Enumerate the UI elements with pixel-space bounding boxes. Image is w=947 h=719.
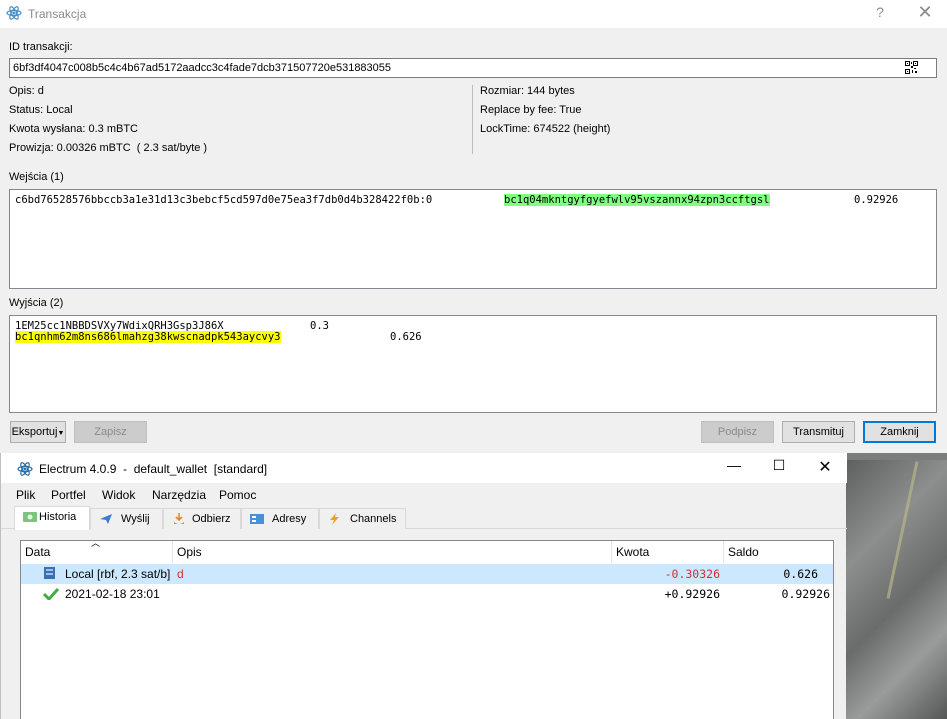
change-output-address: bc1qnhm62m8ns686lmahzg38kwscnadpk543aycv… [15, 331, 281, 343]
fee-text: Prowizja: 0.00326 mBTC ( 2.3 sat/byte ) [9, 142, 208, 154]
tab-channels[interactable]: Channels [319, 508, 406, 529]
column-header-balance[interactable]: Saldo [724, 541, 833, 563]
size-text: Rozmiar: 144 bytes [480, 85, 575, 97]
outputs-label: Wyjścia (2) [9, 297, 64, 309]
help-button[interactable]: ? [871, 4, 889, 22]
menu-tools[interactable]: Narzędzia [152, 488, 206, 502]
tab-receive[interactable]: Odbierz [163, 508, 241, 529]
inputs-list[interactable]: c6bd76528576bbccb3a1e31d13c3bebcf5cd597d… [9, 189, 937, 289]
tab-send[interactable]: Wyślij [90, 508, 163, 529]
locktime-text: LockTime: 674522 (height) [480, 123, 611, 135]
change-output-amount: 0.626 [390, 331, 422, 343]
row-balance: 0.92926 [781, 587, 830, 601]
input-address: bc1q04mkntgyfgyefwlv95vszannx94zpn3ccftg… [504, 194, 770, 206]
sign-button[interactable]: Podpisz [701, 421, 774, 443]
main-title: Electrum 4.0.9 - default_wallet [standar… [39, 462, 268, 476]
tab-bar: Historia Wyślij Odbierz Adresy Channels [1, 506, 847, 530]
close-button[interactable]: Zamknij [863, 421, 936, 443]
rbf-text: Replace by fee: True [480, 104, 582, 116]
row-balance: 0.626 [783, 567, 818, 581]
history-table[interactable]: Data ︿ Opis Kwota Saldo Local [rbf, 2.3 … [20, 538, 834, 719]
send-icon [100, 514, 112, 524]
save-button[interactable]: Zapisz [74, 421, 147, 443]
inputs-label: Wejścia (1) [9, 171, 64, 183]
desktop-background [846, 460, 947, 719]
input-amount: 0.92926 [854, 194, 899, 206]
dropdown-arrow-icon: ▼ [57, 430, 65, 437]
minimize-icon[interactable]: — [719, 457, 749, 479]
local-tx-icon [44, 567, 55, 579]
dialog-close-button[interactable]: ✕ [915, 2, 935, 24]
menu-help[interactable]: Pomoc [219, 488, 256, 502]
main-window: Electrum 4.0.9 - default_wallet [standar… [0, 453, 847, 719]
status-text: Status: Local [9, 104, 73, 116]
txid-label: ID transakcji: [9, 41, 73, 53]
dialog-titlebar: Transakcja ? ✕ [0, 0, 947, 28]
dialog-title: Transakcja [28, 7, 87, 21]
receive-icon [174, 513, 184, 524]
amount-sent-text: Kwota wysłana: 0.3 mBTC [9, 123, 138, 135]
menu-file[interactable]: Plik [16, 488, 35, 502]
broadcast-button[interactable]: Transmituj [782, 421, 855, 443]
export-button[interactable]: Eksportuj▼ [10, 421, 66, 443]
menu-view[interactable]: Widok [102, 488, 135, 502]
input-prevout: c6bd76528576bbccb3a1e31d13c3bebcf5cd597d… [15, 194, 433, 206]
electrum-logo-icon [6, 6, 22, 20]
addresses-icon [250, 514, 264, 524]
outputs-list[interactable]: 1EM25cc1NBBDSVXy7WdixQRH3Gsp3J86X 0.3 bc… [9, 315, 937, 413]
main-titlebar: Electrum 4.0.9 - default_wallet [standar… [1, 453, 847, 483]
column-header-description[interactable]: Opis [173, 541, 612, 563]
row-amount: -0.30326 [664, 567, 720, 581]
transaction-dialog: Transakcja ? ✕ ID transakcji: 6bf3df4047… [0, 0, 947, 453]
confirmed-check-icon [43, 587, 59, 600]
row-amount: +0.92926 [664, 587, 720, 601]
table-row[interactable]: Local [rbf, 2.3 sat/b] d -0.30326 0.626 [21, 564, 833, 584]
column-header-date[interactable]: Data ︿ [21, 538, 173, 563]
menu-wallet[interactable]: Portfel [51, 488, 86, 502]
info-divider [472, 85, 473, 154]
qr-code-icon[interactable] [905, 61, 918, 74]
txid-value: 6bf3df4047c008b5c4c4b67ad5172aadcc3c4fad… [13, 62, 392, 74]
close-icon[interactable]: ✕ [810, 457, 840, 479]
output-amount: 0.3 [310, 320, 329, 332]
row-description: d [177, 567, 184, 581]
column-header-amount[interactable]: Kwota [612, 541, 724, 563]
tab-addresses[interactable]: Adresy [241, 508, 319, 529]
description-text: Opis: d [9, 85, 44, 97]
lightning-icon [330, 513, 339, 525]
sort-chevron-up-icon: ︿ [91, 538, 101, 548]
tab-history[interactable]: Historia [14, 506, 90, 530]
maximize-icon[interactable]: ☐ [764, 457, 794, 479]
electrum-logo-icon [17, 462, 33, 476]
table-row[interactable]: 2021-02-18 23:01 +0.92926 0.92926 [21, 584, 833, 604]
history-icon [23, 512, 37, 522]
row-date: Local [rbf, 2.3 sat/b] [65, 567, 171, 581]
menu-bar: Plik Portfel Widok Narzędzia Pomoc [1, 486, 847, 506]
row-date: 2021-02-18 23:01 [65, 587, 160, 601]
txid-field[interactable]: 6bf3df4047c008b5c4c4b67ad5172aadcc3c4fad… [9, 58, 937, 78]
